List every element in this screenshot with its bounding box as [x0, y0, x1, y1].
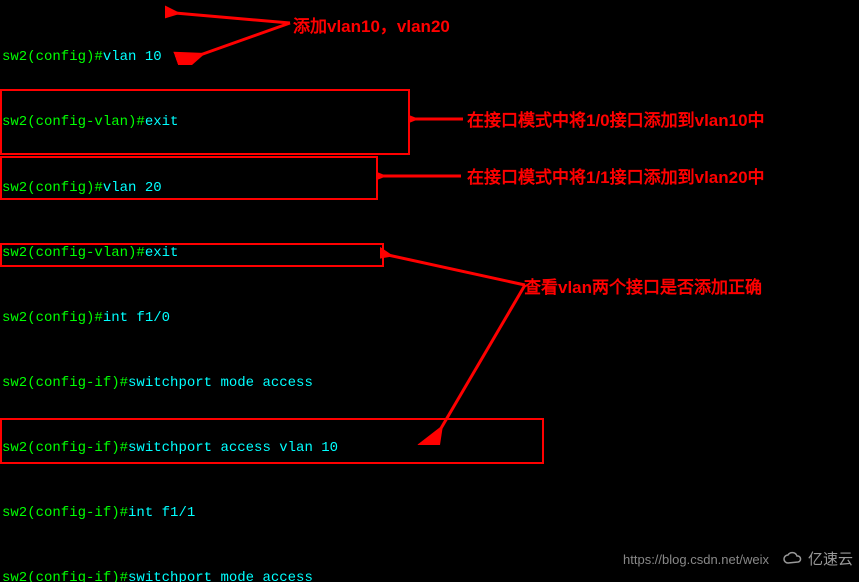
annotation-check: 查看vlan两个接口是否添加正确 — [524, 275, 762, 301]
annotation-add-vlan: 添加vlan10，vlan20 — [293, 14, 450, 40]
cloud-icon — [782, 551, 804, 567]
cli-line: sw2(config-if)#switchport mode access — [2, 373, 857, 395]
command: switchport mode access — [128, 570, 313, 582]
prompt: sw2(config-if)# — [2, 570, 128, 582]
cli-line: sw2(config)#vlan 10 — [2, 47, 857, 69]
highlight-box-show-vlan — [0, 243, 384, 267]
command: vlan 10 — [103, 49, 162, 65]
highlight-box-interface-f10 — [0, 89, 410, 155]
watermark-text: https://blog.csdn.net/weix — [623, 550, 769, 570]
cli-line: sw2(config-if)#int f1/1 — [2, 503, 857, 525]
command: int f1/1 — [128, 505, 195, 521]
annotation-f11: 在接口模式中将1/1接口添加到vlan20中 — [467, 165, 765, 191]
prompt: sw2(config-if)# — [2, 375, 128, 391]
prompt: sw2(config-if)# — [2, 505, 128, 521]
command: switchport mode access — [128, 375, 313, 391]
command: int f1/0 — [103, 310, 170, 326]
logo-text: 亿速云 — [782, 549, 853, 572]
annotation-f10: 在接口模式中将1/0接口添加到vlan10中 — [467, 108, 765, 134]
highlight-box-interface-f11 — [0, 156, 378, 200]
cli-line: sw2(config)#int f1/0 — [2, 308, 857, 330]
highlight-box-vlan-result — [0, 418, 544, 464]
prompt: sw2(config)# — [2, 310, 103, 326]
logo-label: 亿速云 — [808, 552, 853, 568]
prompt: sw2(config)# — [2, 49, 103, 65]
